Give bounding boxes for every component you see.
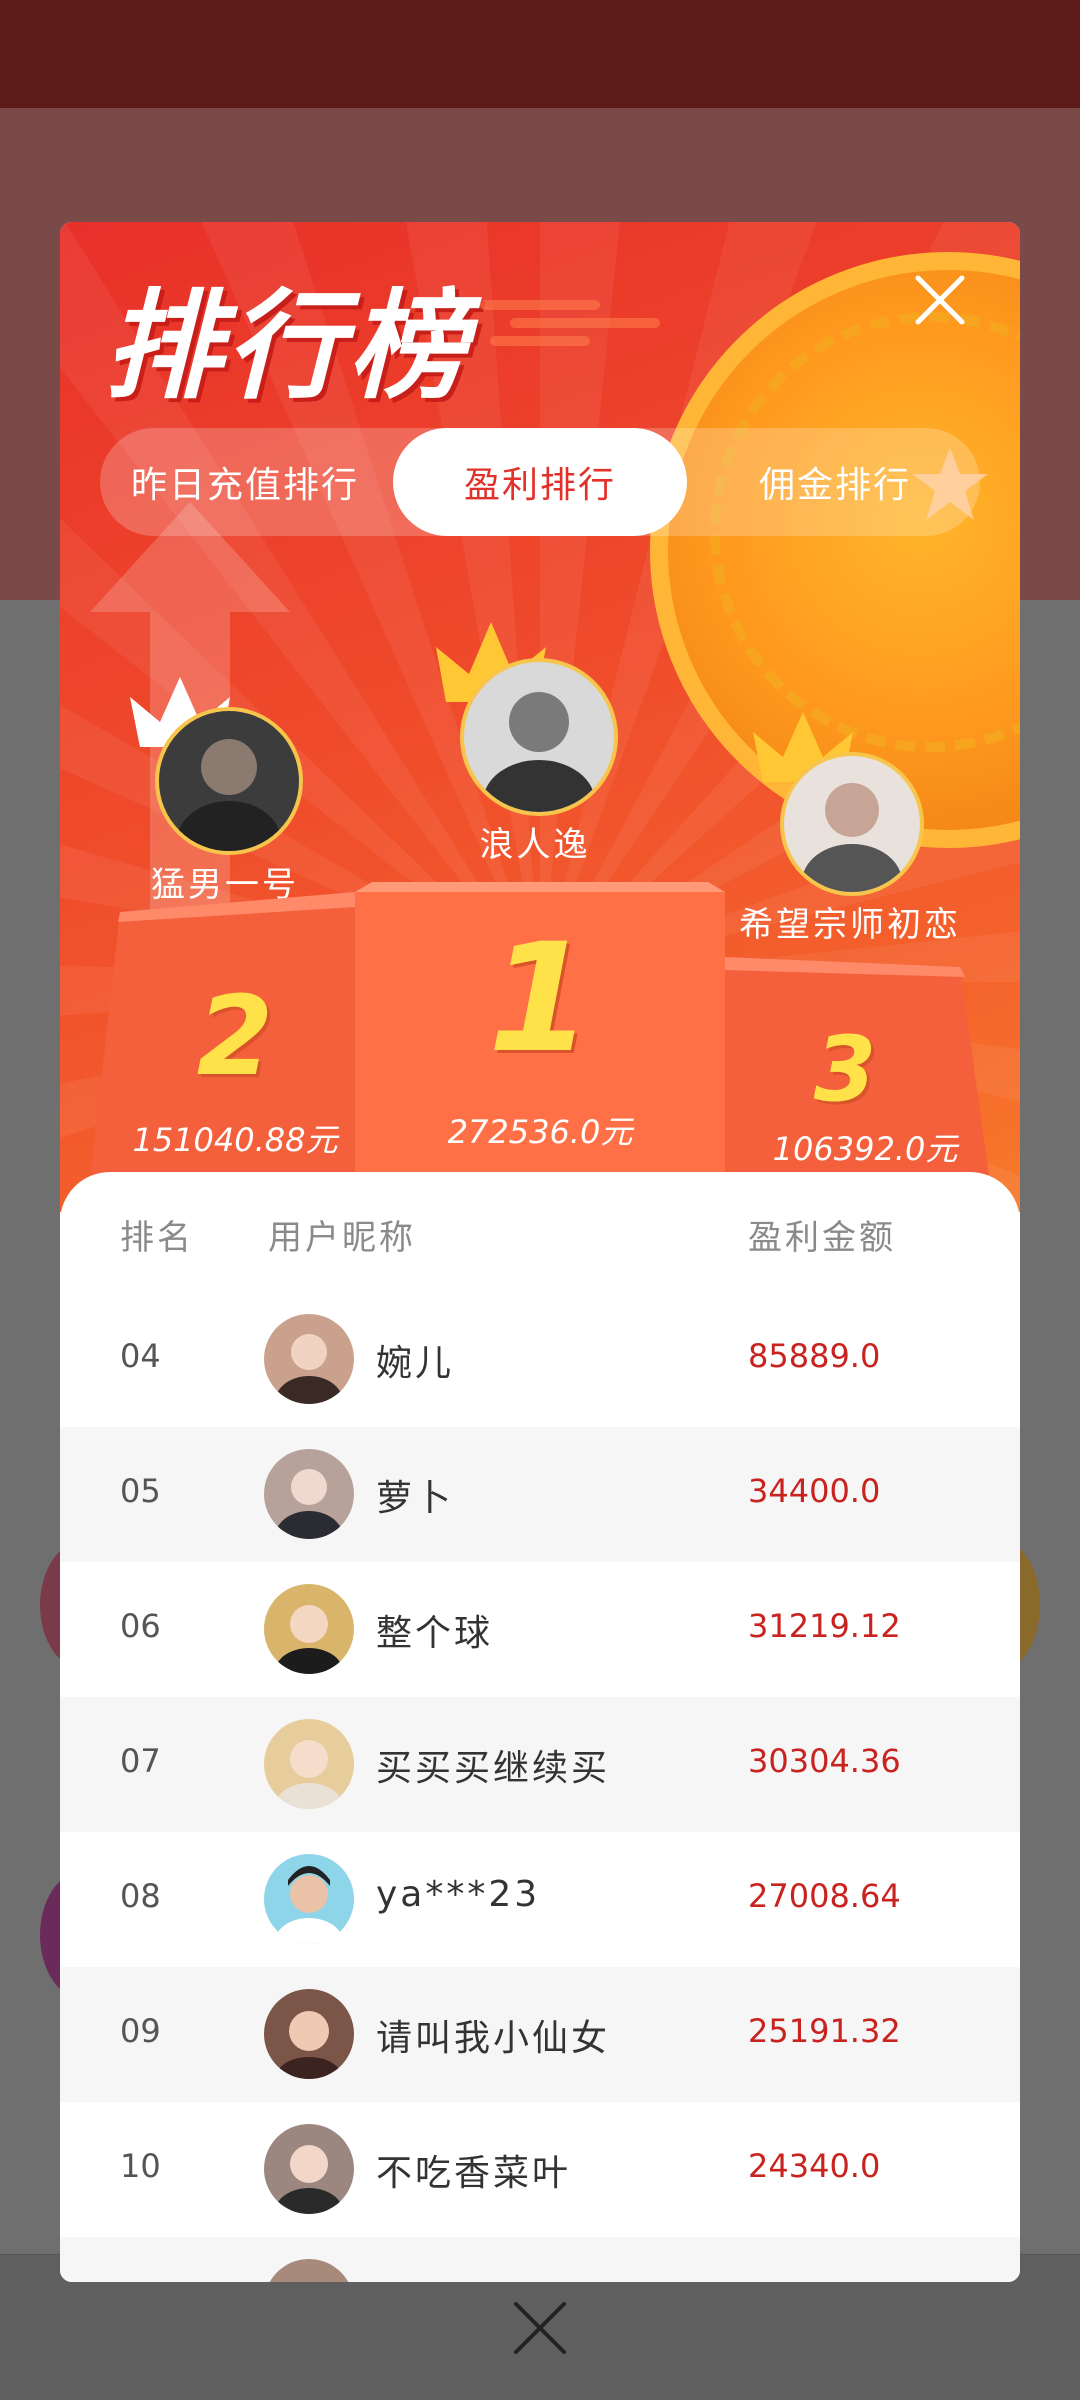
avatar: [264, 1314, 354, 1404]
row-amount: 85889.0: [748, 1337, 881, 1375]
avatar: [780, 752, 924, 896]
close-icon: [915, 275, 965, 325]
row-amount: 31219.12: [748, 1607, 901, 1645]
person-icon: [483, 692, 595, 812]
page-title: 排行榜: [104, 277, 471, 415]
header-amount: 盈利金额: [748, 1218, 896, 1258]
avatar: [264, 1719, 354, 1809]
person-icon: [275, 2145, 343, 2214]
row-nickname: 婉儿: [376, 1343, 455, 1384]
row-rank: 09: [120, 2012, 161, 2050]
avatar: [264, 1989, 354, 2079]
dismiss-button[interactable]: [508, 2296, 572, 2360]
close-button[interactable]: [910, 270, 970, 330]
podium-amount-1: 272536.0元: [447, 1113, 633, 1151]
row-nickname: 萝卜: [376, 1478, 455, 1519]
ranking-list: 排名 用户昵称 盈利金额 04 婉儿 85889.0 05 萝卜 34400.0…: [60, 1172, 1020, 2282]
table-row[interactable]: 06 整个球 31219.12: [60, 1562, 1020, 1697]
table-row[interactable]: 10 不吃香菜叶 24340.0: [60, 2102, 1020, 2237]
leaderboard-modal: 排行榜 昨日充值排行 盈利排行 佣金排行 猛男一号 浪人逸 希望宗师初恋 1 2…: [60, 222, 1020, 2282]
close-icon: [514, 2302, 566, 2354]
star-icon: [912, 448, 988, 520]
title-stripes-decoration: [480, 300, 660, 346]
row-rank: 10: [120, 2147, 161, 2185]
row-nickname: 买买买继续买: [376, 1748, 611, 1789]
avatar: [460, 658, 618, 816]
row-rank: 05: [120, 1472, 161, 1510]
header-nickname: 用户昵称: [268, 1218, 416, 1258]
avatar: [264, 2124, 354, 2214]
podium-rank-2: 2: [196, 972, 274, 1100]
podium-rank-3: 3: [813, 1017, 877, 1122]
avatar: [264, 1854, 354, 1944]
row-nickname: 整个球: [376, 1613, 494, 1654]
table-row[interactable]: 05 萝卜 34400.0: [60, 1427, 1020, 1562]
person-icon: [177, 739, 281, 851]
table-row[interactable]: 04 婉儿 85889.0: [60, 1292, 1020, 1427]
row-amount: 24340.0: [748, 2147, 881, 2185]
avatar: [264, 1449, 354, 1539]
row-nickname: 请叫我小仙女: [376, 2018, 611, 2059]
list-header: 排名 用户昵称 盈利金额: [60, 1172, 1020, 1292]
row-nickname: 不吃香菜叶: [376, 2153, 572, 2194]
row-amount: 34400.0: [748, 1472, 881, 1510]
row-rank: 08: [120, 1877, 161, 1915]
row-rank: 04: [120, 1337, 161, 1375]
ranking-tabs: 昨日充值排行 盈利排行 佣金排行: [100, 428, 980, 536]
person-icon: [275, 1740, 343, 1809]
avatar: [155, 707, 303, 855]
person-icon: [275, 1334, 343, 1404]
avatar: [264, 2259, 354, 2282]
header-rank: 排名: [120, 1218, 194, 1258]
person-icon: [802, 783, 902, 892]
podium-amount-2: 151040.88元: [132, 1121, 338, 1159]
row-rank: 07: [120, 1742, 161, 1780]
tab-profit-ranking[interactable]: 盈利排行: [393, 428, 687, 536]
person-icon: [275, 1469, 343, 1539]
avatar: [264, 1584, 354, 1674]
podium-rank-1: 1: [487, 912, 593, 1086]
tab-recharge-ranking[interactable]: 昨日充值排行: [100, 428, 390, 536]
person-icon: [275, 1866, 343, 1944]
leaderboard-hero: 排行榜 昨日充值排行 盈利排行 佣金排行 猛男一号 浪人逸 希望宗师初恋 1 2…: [60, 222, 1020, 1212]
row-amount: 27008.64: [748, 1877, 901, 1915]
podium-name-1: 浪人逸: [479, 825, 591, 865]
row-rank: 06: [120, 1607, 161, 1645]
table-row-partial[interactable]: [60, 2237, 1020, 2282]
person-icon: [275, 1605, 343, 1674]
row-nickname: ya***23: [376, 1874, 541, 1915]
table-row[interactable]: 09 请叫我小仙女 25191.32: [60, 1967, 1020, 2102]
background-top-bar: [0, 0, 1080, 108]
table-row[interactable]: 08 ya***23 27008.64: [60, 1832, 1020, 1967]
table-row[interactable]: 07 买买买继续买 30304.36: [60, 1697, 1020, 1832]
row-amount: 25191.32: [748, 2012, 901, 2050]
person-icon: [275, 2011, 343, 2079]
row-amount: 30304.36: [748, 1742, 901, 1780]
podium-amount-3: 106392.0元: [772, 1130, 958, 1168]
